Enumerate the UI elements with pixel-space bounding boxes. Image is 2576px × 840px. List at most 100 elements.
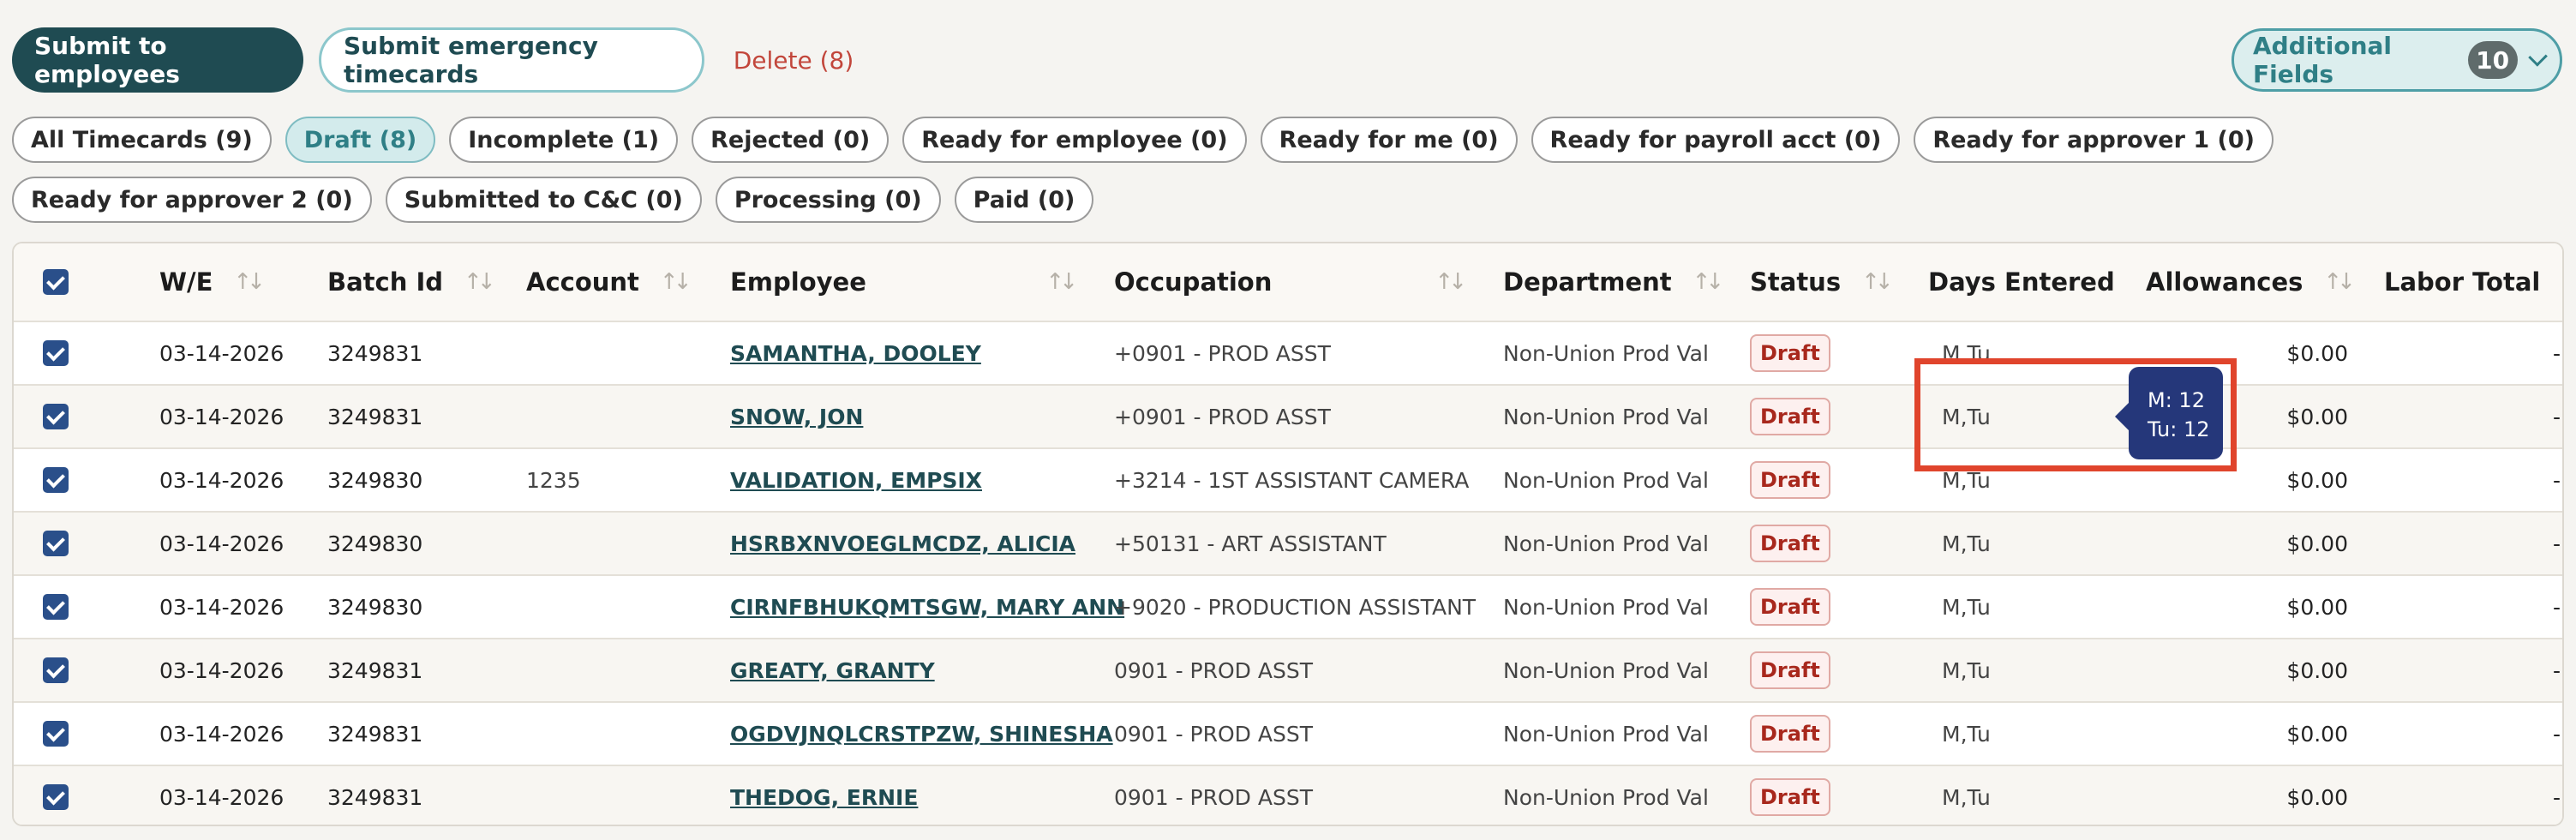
filter-chip[interactable]: Processing (0) [715, 177, 941, 223]
labor-total-cell-wrapper: - [2553, 576, 2561, 638]
department-cell: Non-Union Prod Val [1503, 467, 1709, 493]
filter-chip[interactable]: Incomplete (1) [449, 117, 679, 163]
labor-total-cell-wrapper: - [2552, 766, 2561, 825]
batch-id-cell-wrapper: 3249831 [327, 766, 423, 825]
column-header-batch-id-label: Batch Id [327, 267, 444, 297]
allowances-cell-wrapper: $0.00 [2286, 703, 2348, 765]
employee-link-wrapper: THEDOG, ERNIE [730, 766, 918, 825]
employee-link[interactable]: VALIDATION, EMPSIX [730, 468, 982, 493]
filter-chip[interactable]: Ready for approver 2 (0) [12, 177, 372, 223]
we-cell: 03-14-2026 [159, 340, 285, 366]
we-cell-wrapper: 03-14-2026 [159, 449, 284, 511]
column-header-employee[interactable]: Employee ↑↓ [730, 243, 1078, 321]
employee-link[interactable]: SNOW, JON [730, 405, 863, 429]
table-row[interactable]: 03-14-2026 3249831 GREATY, GRANTY 0901 - PR… [14, 638, 2562, 701]
employee-link-wrapper: CIRNFBHUKQMTSGW, MARY ANN [730, 576, 1124, 638]
batch-id-cell: 3249831 [327, 340, 423, 366]
we-cell: 03-14-2026 [159, 404, 285, 429]
row-checkbox[interactable] [43, 657, 69, 683]
account-cell: 1235 [526, 467, 581, 493]
allowances-cell-wrapper: $0.00 [2286, 386, 2348, 447]
column-header-allowances[interactable]: Allowances ↑↓ [2146, 243, 2356, 321]
days-entered-cell: M,Tu [1942, 594, 1991, 620]
status-badge-wrapper: Draft [1750, 513, 1830, 574]
department-cell: Non-Union Prod Val [1503, 404, 1709, 429]
department-cell-wrapper: Non-Union Prod Val [1503, 639, 1709, 701]
batch-id-cell-wrapper: 3249831 [327, 322, 422, 384]
row-checkbox[interactable] [43, 404, 69, 429]
filter-chip[interactable]: Paid (0) [954, 177, 1094, 223]
column-header-status[interactable]: Status ↑↓ [1750, 243, 1894, 321]
status-badge-wrapper: Draft [1750, 322, 1830, 384]
filter-chip[interactable]: Rejected (0) [692, 117, 890, 163]
additional-fields-button[interactable]: Additional Fields 10 [2232, 28, 2562, 92]
occupation-cell-wrapper: 0901 - PROD ASST [1114, 703, 1313, 765]
filter-chip[interactable]: All Timecards (9) [12, 117, 272, 163]
table-row[interactable]: 03-14-2026 3249831 OGDVJNQLCRSTPZW, SHINES… [14, 701, 2562, 765]
column-header-we[interactable]: W/E ↑↓ [159, 243, 266, 321]
filter-chip[interactable]: Ready for employee (0) [902, 117, 1247, 163]
days-entered-cell-wrapper: M,Tu [1942, 386, 1991, 447]
labor-total-cell: - [2552, 784, 2561, 810]
labor-total-cell: - [2552, 594, 2561, 620]
table-row[interactable]: 03-14-2026 3249830 HSRBXNVOEGLMCDZ, ALICIA… [14, 511, 2562, 574]
column-header-batch-id[interactable]: Batch Id ↑↓ [327, 243, 496, 321]
we-cell-wrapper: 03-14-2026 [159, 386, 284, 447]
row-checkbox[interactable] [43, 784, 69, 810]
batch-id-cell-wrapper: 3249831 [327, 386, 422, 447]
column-header-labor-total[interactable]: Labor Total [2384, 243, 2540, 321]
select-all-checkbox[interactable] [43, 269, 69, 295]
batch-id-cell: 3249831 [327, 784, 423, 810]
labor-total-cell: - [2552, 467, 2561, 493]
filter-chip[interactable]: Ready for approver 1 (0) [1914, 117, 2273, 163]
department-cell-wrapper: Non-Union Prod Val [1503, 449, 1709, 511]
employee-link-wrapper: SNOW, JON [730, 386, 863, 447]
employee-link[interactable]: CIRNFBHUKQMTSGW, MARY ANN [730, 595, 1124, 620]
filter-chip[interactable]: Submitted to C&C (0) [385, 177, 702, 223]
occupation-cell-wrapper: +3214 - 1ST ASSISTANT CAMERA [1114, 449, 1469, 511]
column-header-days-entered: Days Entered [1928, 243, 2115, 321]
select-all-checkbox-cell [43, 243, 69, 321]
status-badge-wrapper: Draft [1750, 639, 1830, 701]
column-header-department[interactable]: Department ↑↓ [1503, 243, 1724, 321]
filter-chip[interactable]: Ready for me (0) [1260, 117, 1518, 163]
table-row[interactable]: 03-14-2026 3249831 THEDOG, ERNIE 0901 - PRO… [14, 765, 2562, 825]
occupation-cell-wrapper: +0901 - PROD ASST [1114, 386, 1331, 447]
column-header-days-entered-label: Days Entered [1928, 267, 2115, 297]
filter-chip[interactable]: Draft (8) [285, 117, 436, 163]
row-checkbox[interactable] [43, 467, 69, 493]
status-badge: Draft [1750, 588, 1830, 626]
submit-to-employees-button[interactable]: Submit to employees [12, 27, 303, 93]
column-header-occupation[interactable]: Occupation ↑↓ [1114, 243, 1467, 321]
employee-link[interactable]: OGDVJNQLCRSTPZW, SHINESHA [730, 722, 1113, 747]
employee-link[interactable]: SAMANTHA, DOOLEY [730, 341, 981, 366]
allowances-cell-wrapper: $0.00 [2286, 449, 2348, 511]
sort-icon: ↑↓ [1692, 269, 1724, 295]
row-checkbox[interactable] [43, 531, 69, 556]
table-row[interactable]: 03-14-2026 3249830 CIRNFBHUKQMTSGW, MARY A… [14, 574, 2562, 638]
status-badge-wrapper: Draft [1750, 766, 1830, 825]
chevron-down-icon [2527, 46, 2548, 67]
allowances-cell-wrapper: $0.00 [2286, 513, 2348, 574]
row-checkbox[interactable] [43, 721, 69, 747]
days-entered-cell: M,Tu [1942, 467, 1991, 493]
submit-emergency-timecards-button[interactable]: Submit emergency timecards [319, 27, 704, 93]
employee-link[interactable]: HSRBXNVOEGLMCDZ, ALICIA [730, 531, 1075, 556]
labor-total-cell-wrapper: - [2553, 513, 2561, 574]
tooltip-line-tuesday: Tu: 12 [2148, 417, 2210, 441]
labor-total-cell: - [2552, 531, 2561, 556]
row-checkbox[interactable] [43, 594, 69, 620]
allowances-cell-wrapper: $0.00 [2286, 766, 2348, 825]
labor-total-cell: - [2552, 404, 2561, 429]
labor-total-cell: - [2552, 721, 2561, 747]
employee-link[interactable]: THEDOG, ERNIE [730, 785, 918, 810]
occupation-cell: +9020 - PRODUCTION ASSISTANT [1114, 594, 1477, 620]
column-header-account[interactable]: Account ↑↓ [526, 243, 692, 321]
batch-id-cell: 3249830 [327, 531, 423, 556]
days-entered-cell: M,Tu [1942, 531, 1991, 556]
row-checkbox[interactable] [43, 340, 69, 366]
column-header-occupation-label: Occupation [1114, 267, 1273, 297]
filter-chip[interactable]: Ready for payroll acct (0) [1531, 117, 1901, 163]
employee-link[interactable]: GREATY, GRANTY [730, 658, 935, 683]
delete-button[interactable]: Delete (8) [720, 27, 867, 93]
